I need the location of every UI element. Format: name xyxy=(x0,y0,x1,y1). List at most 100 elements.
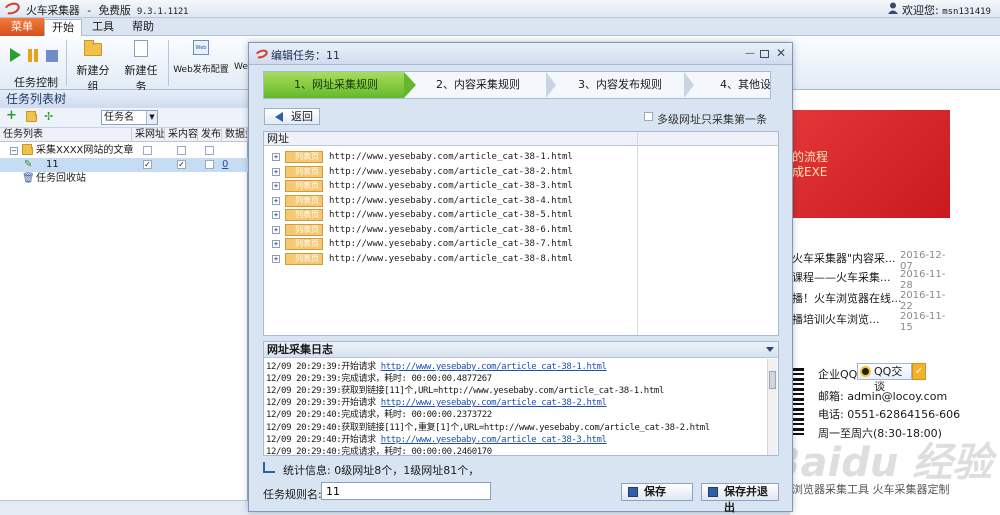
collapse-icon[interactable]: − xyxy=(10,147,18,155)
log-line: 12/09 20:29:39:开始请求 http://www.yesebaby.… xyxy=(266,397,766,409)
qq-penguin-icon xyxy=(860,366,871,377)
url-row[interactable]: + 列表页 http://www.yesebaby.com/article_cat-… xyxy=(264,150,636,164)
news-item[interactable]: 课程——火车采集... 2016-11-28 xyxy=(790,269,950,291)
log-text: 开始请求 xyxy=(341,398,381,409)
log-link[interactable]: http://www.yesebaby.com/article_cat-38-3… xyxy=(381,435,607,445)
url-row[interactable]: + 列表页 http://www.yesebaby.com/article_cat-… xyxy=(264,194,636,208)
promo-text: 的流程 成EXE xyxy=(792,150,828,180)
folder-icon[interactable] xyxy=(26,111,37,123)
step-url-rules[interactable]: 1、网址采集规则 xyxy=(264,72,404,98)
expand-icon[interactable]: + xyxy=(272,196,280,205)
publish-checkbox[interactable] xyxy=(205,146,214,155)
log-link[interactable]: http://www.yesebaby.com/article_cat-38-2… xyxy=(381,398,607,408)
col-collect-content[interactable]: 采内容 xyxy=(165,128,198,142)
news-date: 2016-11-22 xyxy=(900,290,946,312)
task-icon: ✎ xyxy=(24,159,33,170)
news-item[interactable]: 播培训火车浏览... 2016-11-15 xyxy=(790,311,950,333)
rule-name-input[interactable] xyxy=(321,482,491,500)
ribbon-divider xyxy=(66,40,67,86)
qq-chat-button[interactable]: QQ交谈 xyxy=(857,363,912,393)
log-line: 12/09 20:29:39:开始请求 http://www.yesebaby.… xyxy=(266,361,766,373)
expand-icon[interactable]: + xyxy=(272,254,280,263)
expand-icon[interactable]: + xyxy=(272,153,280,161)
collect-content-checkbox[interactable] xyxy=(177,146,186,155)
promo-banner[interactable]: 的流程 成EXE xyxy=(790,110,950,218)
task-label: 11 xyxy=(46,159,59,170)
dialog-title-bar[interactable]: 编辑任务：11 — ✕ xyxy=(249,43,792,65)
collect-content-checkbox[interactable]: ✓ xyxy=(177,160,186,169)
chevron-down-icon[interactable] xyxy=(766,347,774,352)
sort-select-value: 任务名 xyxy=(104,112,134,123)
log-time: 12/09 20:29:39: xyxy=(266,374,342,385)
save-exit-button[interactable]: 保存并退出 xyxy=(701,483,779,514)
expand-icon[interactable]: + xyxy=(272,167,280,176)
dialog-title: 编辑任务：11 xyxy=(271,49,340,62)
app-title: 火车采集器 - 免费版 9.3.1.1121 xyxy=(26,2,188,18)
web-truncated-button[interactable]: We xyxy=(234,40,248,72)
data-count-link[interactable]: 0 xyxy=(222,158,228,172)
log-scrollbar[interactable] xyxy=(767,359,777,455)
collect-url-checkbox[interactable]: ✓ xyxy=(143,160,152,169)
url-row[interactable]: + 列表页 http://www.yesebaby.com/article_cat-… xyxy=(264,237,636,251)
edit-icon[interactable]: ✓ xyxy=(912,363,926,380)
step-publish-rules[interactable]: 3、内容发布规则 xyxy=(548,72,688,98)
baidu-watermark: Baidu 经验 xyxy=(770,440,993,486)
restore-icon[interactable] xyxy=(760,50,769,58)
col-data-count[interactable]: 数据量 xyxy=(222,128,248,142)
close-icon[interactable]: ✕ xyxy=(776,47,786,59)
step-content-rules[interactable]: 2、内容采集规则 xyxy=(406,72,546,98)
task-row[interactable]: ✎ 11 ✓ ✓ 0 xyxy=(0,158,248,172)
col-publish[interactable]: 发布 xyxy=(198,128,222,142)
add-icon[interactable]: + xyxy=(6,109,17,122)
col-task-list[interactable]: 任务列表 xyxy=(0,128,132,142)
task-row[interactable]: − 采集XXXX网站的文章 xyxy=(0,144,248,158)
task-control-group-label: 任务控制 xyxy=(14,76,58,89)
url-row[interactable]: + 列表页 http://www.yesebaby.com/article_cat-… xyxy=(264,179,636,193)
url-row[interactable]: + 列表页 http://www.yesebaby.com/article_cat-… xyxy=(264,208,636,222)
expand-icon[interactable]: ✢ xyxy=(44,111,55,123)
url-row[interactable]: + 列表页 http://www.yesebaby.com/article_cat-… xyxy=(264,165,636,179)
scroll-thumb[interactable] xyxy=(769,371,776,389)
back-button[interactable]: 返回 xyxy=(264,108,320,125)
tab-help[interactable]: 帮助 xyxy=(124,19,162,36)
url-text: http://www.yesebaby.com/article_cat-38-8… xyxy=(329,253,573,264)
news-item[interactable]: 播！火车浏览器在线... 2016-11-22 xyxy=(790,290,950,312)
collect-url-checkbox[interactable] xyxy=(143,146,152,155)
task-row[interactable]: 🗑 任务回收站 xyxy=(0,172,248,186)
sort-select[interactable]: 任务名 ▼ xyxy=(101,110,158,125)
first-only-checkbox[interactable] xyxy=(644,112,653,121)
column-divider xyxy=(637,132,638,335)
url-row[interactable]: + 列表页 http://www.yesebaby.com/article_cat-… xyxy=(264,252,636,266)
tab-start[interactable]: 开始 xyxy=(44,19,82,36)
save-icon xyxy=(628,487,638,497)
step-other-settings[interactable]: 4、其他设置 xyxy=(690,72,770,98)
expand-icon[interactable]: + xyxy=(272,182,280,190)
minimize-icon[interactable]: — xyxy=(745,49,755,59)
list-page-tag: 列表页 xyxy=(285,180,323,192)
user-welcome[interactable]: 欢迎您: msn131419 xyxy=(902,2,991,18)
log-link[interactable]: http://www.yesebaby.com/article_cat-38-1… xyxy=(381,362,607,372)
log-header[interactable]: 网址采集日志 xyxy=(264,342,778,358)
news-title: 播！火车浏览器在线... xyxy=(792,292,902,305)
save-button[interactable]: 保存 xyxy=(621,483,693,501)
expand-icon[interactable]: + xyxy=(272,240,280,248)
web-publish-config-label: Web发布配置 xyxy=(173,65,229,75)
publish-checkbox[interactable] xyxy=(205,160,214,169)
news-item[interactable]: 火车采集器"内容采... 2016-12-07 xyxy=(790,250,950,272)
expand-icon[interactable]: + xyxy=(272,211,280,219)
url-row[interactable]: + 列表页 http://www.yesebaby.com/article_cat-… xyxy=(264,223,636,237)
news-title: 课程——火车采集... xyxy=(792,271,891,284)
url-text: http://www.yesebaby.com/article_cat-38-4… xyxy=(329,195,573,206)
tab-tools[interactable]: 工具 xyxy=(84,19,122,36)
url-text: http://www.yesebaby.com/article_cat-38-7… xyxy=(329,239,573,249)
col-collect-url[interactable]: 采网址 xyxy=(132,128,165,142)
new-task-button[interactable]: 新建任务 xyxy=(120,40,162,94)
expand-icon[interactable]: + xyxy=(272,225,280,234)
app-logo-icon xyxy=(254,48,269,60)
web-publish-config-button[interactable]: Web Web发布配置 xyxy=(172,40,230,75)
save-exit-label: 保存并退出 xyxy=(724,485,768,514)
log-time: 12/09 20:29:39: xyxy=(266,398,342,409)
tab-menu[interactable]: 菜单 xyxy=(0,18,44,36)
new-group-button[interactable]: 新建分组 xyxy=(72,40,114,94)
folder-icon xyxy=(22,144,34,155)
